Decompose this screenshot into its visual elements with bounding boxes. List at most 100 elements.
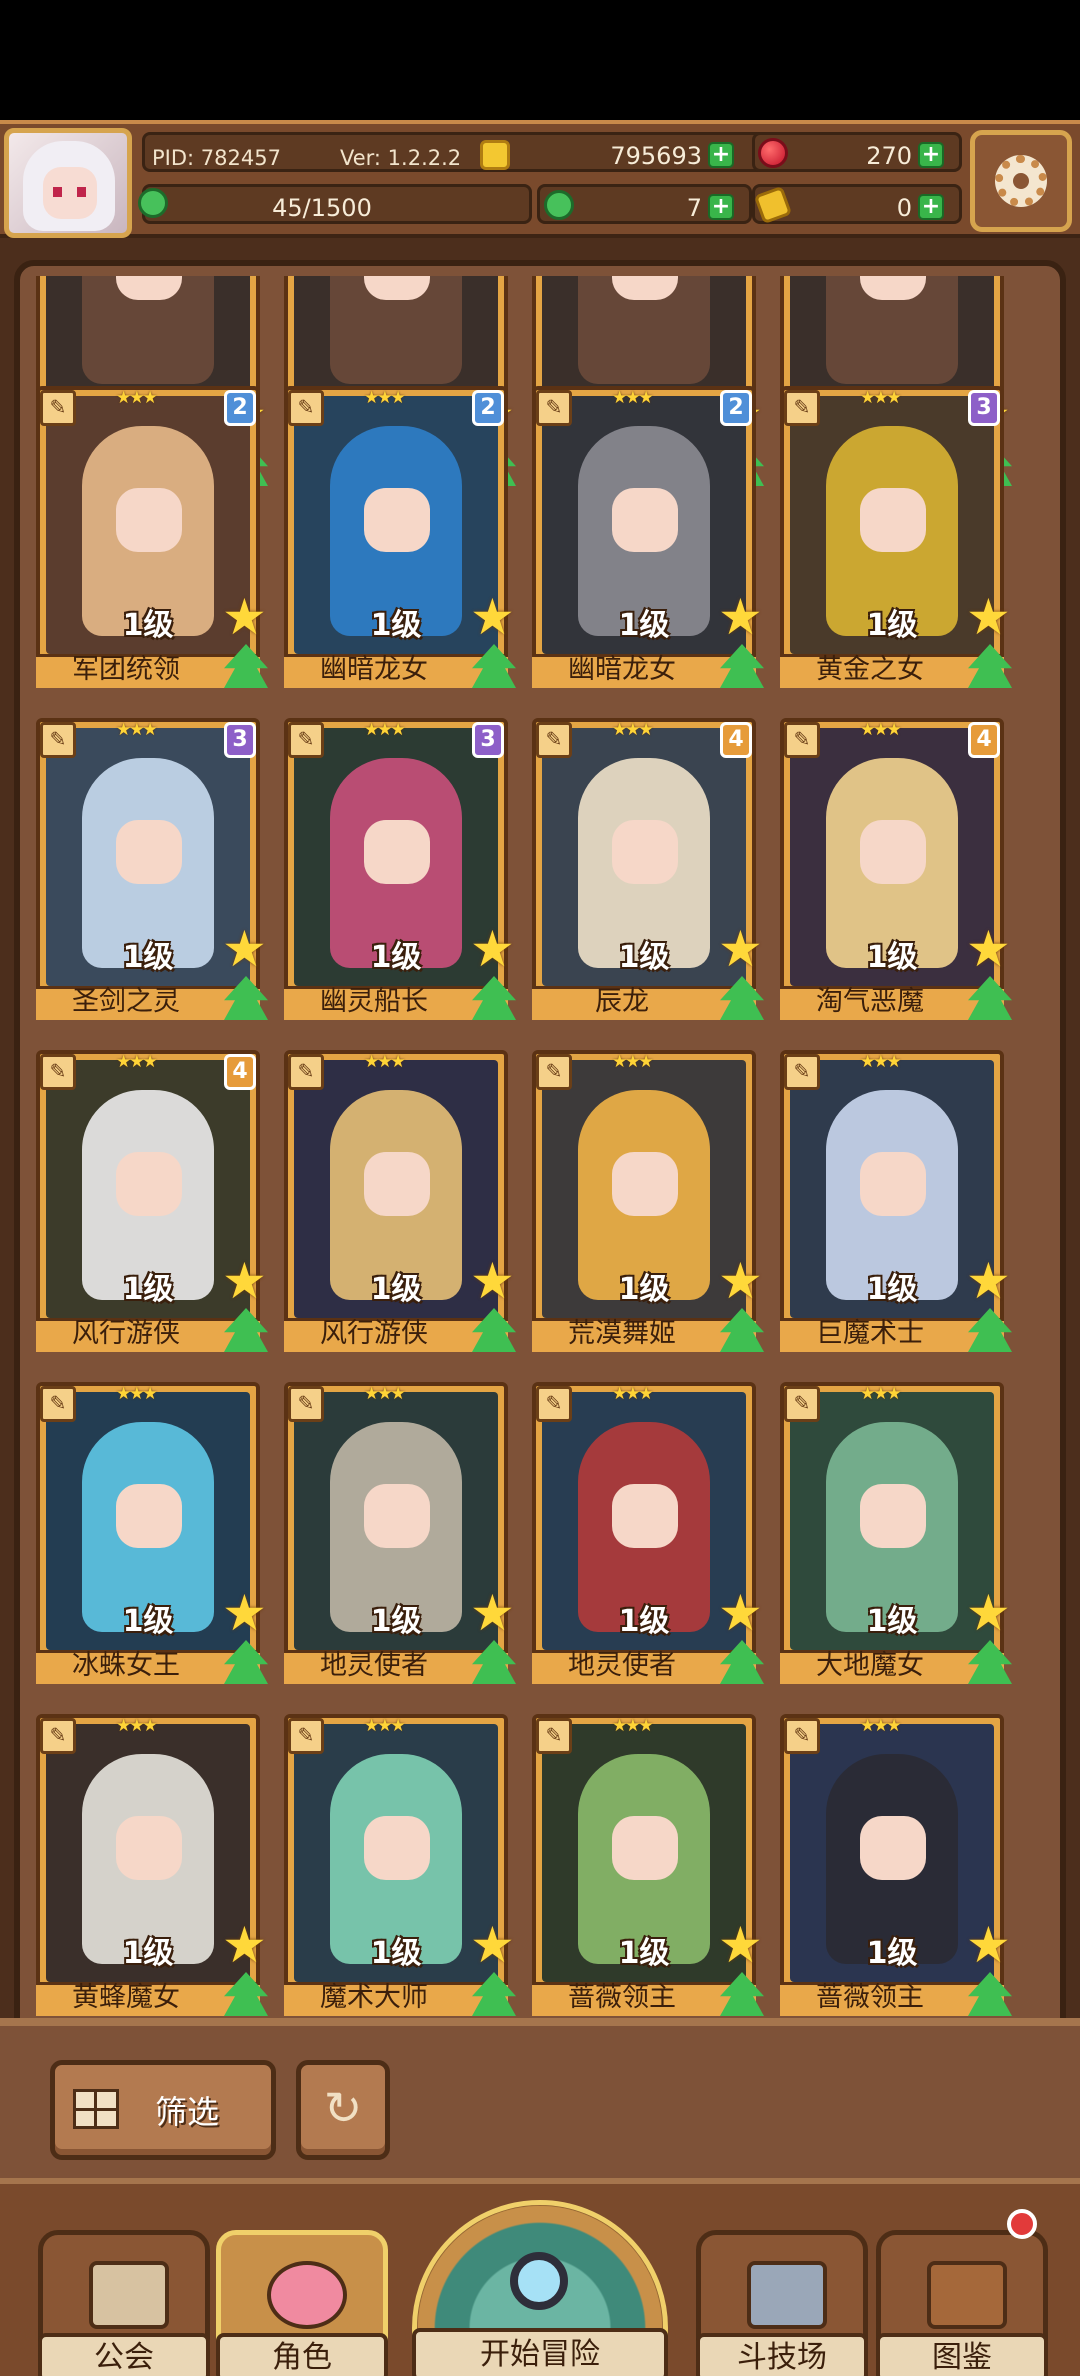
class-icon: ✎ — [40, 1718, 76, 1754]
nav-codex-label: 图鉴 — [876, 2333, 1048, 2376]
character-portrait — [790, 276, 994, 402]
class-icon: ✎ — [784, 1054, 820, 1090]
class-icon: ✎ — [288, 722, 324, 758]
character-card[interactable]: ✎ ★★★ 3 1级 圣剑之灵 ★ — [36, 718, 268, 1020]
class-icon: ✎ — [288, 1718, 324, 1754]
character-card[interactable]: ✎ ★★★ 1级 黄蜂魔女 ★ — [36, 1714, 268, 2016]
nav-guild[interactable]: 公会 — [38, 2230, 210, 2376]
rarity-stars: ★★★ — [364, 720, 406, 740]
character-name: 圣剑之灵 — [72, 986, 180, 1017]
character-name: 军团统领 — [72, 654, 180, 685]
class-icon: ✎ — [40, 390, 76, 426]
rarity-stars: ★★★ — [116, 388, 158, 408]
nav-character[interactable]: 角色 — [216, 2230, 388, 2376]
star-upgrade-icon: ★ — [470, 920, 515, 978]
class-icon: ✎ — [784, 1718, 820, 1754]
character-portrait — [294, 276, 498, 402]
stamina-amount: 45/1500 — [272, 194, 372, 222]
rank-badge: 4 — [720, 722, 752, 758]
clover-amount: 7 — [686, 194, 702, 222]
character-face — [860, 820, 926, 884]
character-face — [612, 488, 678, 552]
character-face — [860, 1152, 926, 1216]
rarity-stars: ★★★ — [116, 1052, 158, 1072]
player-id: PID: 782457 — [152, 146, 281, 170]
avatar-eye — [77, 187, 86, 197]
status-bar — [0, 0, 1080, 120]
character-name: 荒漠舞姬 — [568, 1318, 676, 1349]
add-ticket-button[interactable]: + — [918, 194, 944, 220]
character-card[interactable]: ✎ ★★★ 4 1级 辰龙 ★ — [532, 718, 764, 1020]
character-name: 魔术大师 — [320, 1982, 428, 2013]
character-card[interactable]: ✎ ★★★ 1级 荒漠舞姬 ★ — [532, 1050, 764, 1352]
avatar-eye — [53, 187, 62, 197]
class-icon: ✎ — [536, 722, 572, 758]
character-card[interactable]: ✎ ★★★ 1级 蔷薇领主 ★ — [532, 1714, 764, 2016]
character-card[interactable]: ✎ ★★★ 1级 巨魔术士 ★ — [780, 1050, 1012, 1352]
character-card[interactable]: ✎ ★★★ 2 1级 幽暗龙女 ★ — [284, 386, 516, 688]
star-upgrade-icon: ★ — [470, 1916, 515, 1974]
character-portrait — [542, 276, 746, 402]
character-name: 地灵使者 — [320, 1650, 428, 1681]
filter-bar: 筛选 ↻ — [0, 2018, 1080, 2178]
character-name: 风行游侠 — [320, 1318, 428, 1349]
guild-house-icon — [89, 2261, 169, 2329]
crossed-swords-icon — [747, 2261, 827, 2329]
nav-arena[interactable]: 斗技场 — [696, 2230, 868, 2376]
character-portrait — [46, 276, 250, 402]
rarity-stars: ★★★ — [116, 1384, 158, 1404]
gold-coin-icon — [480, 140, 510, 170]
rarity-stars: ★★★ — [364, 1052, 406, 1072]
bottom-navigation: 公会 角色 开始冒险 斗技场 图鉴 — [0, 2178, 1080, 2376]
character-name: 地灵使者 — [568, 1650, 676, 1681]
star-upgrade-icon: ★ — [222, 588, 267, 646]
character-name: 黄蜂魔女 — [72, 1982, 180, 2013]
character-face — [612, 1484, 678, 1548]
player-avatar[interactable] — [4, 128, 132, 238]
character-card[interactable]: ✎ ★★★ 1级 冰蛛女王 ★ — [36, 1382, 268, 1684]
character-name: 黄金之女 — [816, 654, 924, 685]
ruby-gem-icon — [758, 138, 788, 168]
character-card[interactable]: ✎ ★★★ 4 1级 淘气恶魔 ★ — [780, 718, 1012, 1020]
character-face — [860, 1816, 926, 1880]
nav-arena-label: 斗技场 — [696, 2333, 868, 2376]
add-gold-button[interactable]: + — [708, 142, 734, 168]
character-card[interactable]: ✎ ★★★ 1级 大地魔女 ★ — [780, 1382, 1012, 1684]
nav-codex[interactable]: 图鉴 — [876, 2209, 1048, 2376]
ticket-amount: 0 — [896, 194, 912, 222]
class-icon: ✎ — [288, 1054, 324, 1090]
character-card[interactable]: ✎ ★★★ 1级 魔术大师 ★ — [284, 1714, 516, 2016]
character-card[interactable]: ✎ ★★★ 3 1级 幽灵船长 ★ — [284, 718, 516, 1020]
character-card[interactable]: ✎ ★★★ 1级 地灵使者 ★ — [284, 1382, 516, 1684]
nav-adventure[interactable]: 开始冒险 — [412, 2200, 668, 2376]
magnifier-icon — [510, 2252, 568, 2310]
add-clover-button[interactable]: + — [708, 194, 734, 220]
character-face — [860, 1484, 926, 1548]
star-upgrade-icon: ★ — [470, 1252, 515, 1310]
character-card[interactable]: ✎ ★★★ 3 1级 黄金之女 ★ — [780, 386, 1012, 688]
character-card[interactable]: ✎ ★★★ 1级 蔷薇领主 ★ — [780, 1714, 1012, 2016]
book-icon — [927, 2261, 1007, 2329]
star-upgrade-icon: ★ — [718, 1252, 763, 1310]
rarity-stars: ★★★ — [860, 1384, 902, 1404]
character-name: 蔷薇领主 — [816, 1982, 924, 2013]
settings-button[interactable] — [970, 130, 1072, 232]
grid-icon — [73, 2089, 119, 2129]
notification-dot — [1007, 2209, 1037, 2239]
rarity-stars: ★★★ — [364, 388, 406, 408]
filter-button[interactable]: 筛选 — [50, 2060, 276, 2160]
rarity-stars: ★★★ — [860, 1052, 902, 1072]
character-face — [612, 1152, 678, 1216]
character-card[interactable]: ✎ ★★★ 2 1级 军团统领 ★ — [36, 386, 268, 688]
character-card[interactable]: ✎ ★★★ 1级 风行游侠 ★ — [284, 1050, 516, 1352]
character-face-icon — [267, 2261, 347, 2329]
filter-label: 筛选 — [155, 2093, 220, 2131]
character-card[interactable]: ✎ ★★★ 4 1级 风行游侠 ★ — [36, 1050, 268, 1352]
reset-button[interactable]: ↻ — [296, 2060, 390, 2160]
star-upgrade-icon: ★ — [966, 1252, 1011, 1310]
rank-badge: 2 — [720, 390, 752, 426]
add-gem-button[interactable]: + — [918, 142, 944, 168]
character-card[interactable]: ✎ ★★★ 1级 地灵使者 ★ — [532, 1382, 764, 1684]
character-card[interactable]: ✎ ★★★ 2 1级 幽暗龙女 ★ — [532, 386, 764, 688]
character-name: 风行游侠 — [72, 1318, 180, 1349]
